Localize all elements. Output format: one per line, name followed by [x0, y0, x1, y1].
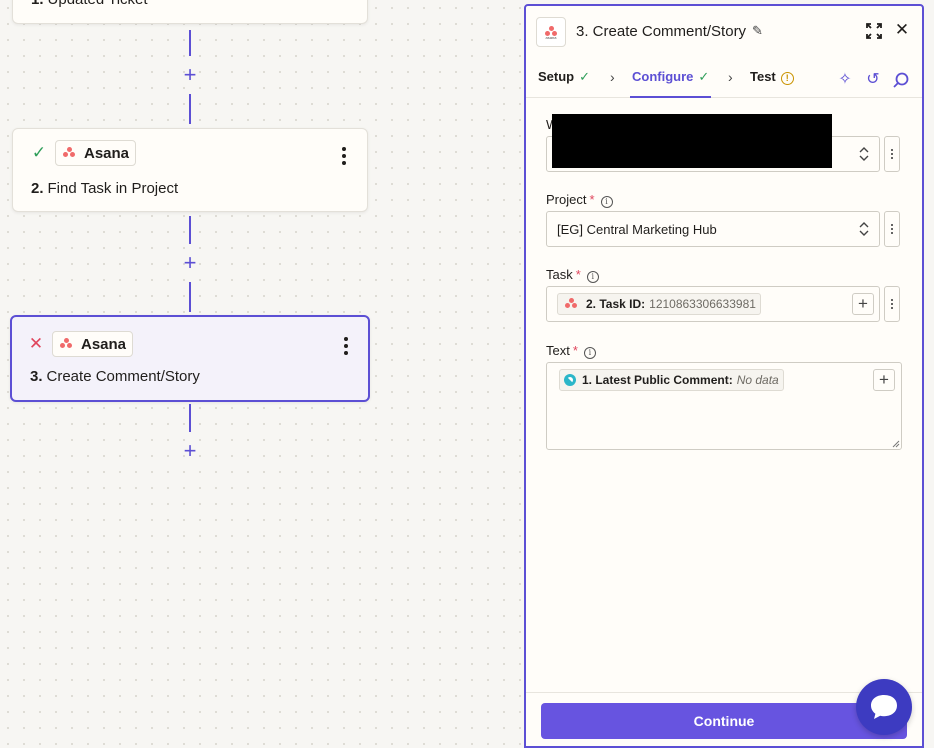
chevron-right-icon: › — [610, 69, 615, 85]
connector-line — [189, 404, 191, 432]
continue-button[interactable]: Continue — [541, 703, 907, 739]
add-step-button[interactable]: + — [180, 64, 200, 86]
tab-test[interactable]: Test! — [750, 69, 794, 98]
connector-line — [189, 282, 191, 312]
tab-configure[interactable]: Configure ✓ — [630, 69, 712, 98]
more-vertical-icon[interactable] — [337, 145, 351, 167]
search-icon[interactable] — [892, 71, 910, 89]
info-icon: i — [586, 271, 599, 283]
step-editor-panel: asana 3. Create Comment/Story ✎ ✕ Setup ✓… — [524, 4, 924, 748]
field-options-button[interactable] — [884, 136, 900, 172]
insert-data-button[interactable]: + — [873, 369, 895, 391]
text-label: Text * i — [546, 343, 596, 359]
info-icon: i — [600, 196, 613, 208]
updown-icon — [859, 222, 869, 236]
step-card-3[interactable]: ✕ Asana 3. Create Comment/Story — [10, 315, 370, 402]
asana-logo — [562, 297, 580, 311]
sparkle-icon[interactable]: ✧ — [836, 71, 854, 89]
project-select[interactable]: [EG] Central Marketing Hub — [546, 211, 880, 247]
step-title-3: 3. Create Comment/Story — [30, 368, 200, 385]
asana-logo — [60, 146, 78, 160]
app-name: Asana — [81, 335, 127, 353]
task-label: Task * i — [546, 267, 599, 283]
step-title-1: 1.Updated Ticket — [31, 0, 148, 8]
panel-title: 3. Create Comment/Story — [576, 23, 747, 40]
step-card-2[interactable]: ✓ Asana 2. Find Task in Project — [12, 128, 368, 212]
chat-support-button[interactable] — [856, 679, 912, 735]
add-step-button[interactable]: + — [180, 440, 200, 462]
more-vertical-icon[interactable] — [339, 335, 353, 357]
info-icon: i — [583, 347, 596, 359]
redacted-area — [552, 114, 832, 168]
connector-line — [189, 94, 191, 124]
app-badge: Asana — [52, 331, 134, 357]
project-value: [EG] Central Marketing Hub — [557, 222, 717, 237]
check-icon: ✓ — [698, 69, 710, 84]
panel-header: asana 3. Create Comment/Story ✎ ✕ — [526, 6, 922, 58]
connector-line — [189, 216, 191, 244]
pencil-icon[interactable]: ✎ — [752, 24, 766, 38]
panel-tabs: Setup ✓ › Configure ✓ › Test! ✧ ↺ — [526, 58, 922, 98]
resize-handle-icon[interactable] — [892, 440, 900, 448]
project-label: Project * i — [546, 192, 613, 208]
insert-data-button[interactable]: + — [852, 293, 874, 315]
app-badge: Asana — [55, 140, 137, 166]
latest-comment-token[interactable]: 1. Latest Public Comment: No data — [559, 369, 784, 391]
asana-logo — [57, 337, 75, 351]
error-x-icon: ✕ — [28, 334, 44, 353]
field-options-button[interactable] — [884, 211, 900, 247]
chat-icon — [871, 695, 897, 719]
step-title-2: 2. Find Task in Project — [31, 180, 179, 197]
text-input[interactable]: 1. Latest Public Comment: No data + — [546, 362, 902, 450]
updown-icon — [859, 147, 869, 161]
undo-icon[interactable]: ↺ — [864, 71, 882, 89]
task-input[interactable]: 2. Task ID: 1210863306633981 + — [546, 286, 880, 322]
field-options-button[interactable] — [884, 286, 900, 322]
task-id-token[interactable]: 2. Task ID: 1210863306633981 — [557, 293, 761, 315]
tab-setup[interactable]: Setup ✓ — [538, 69, 590, 98]
app-name: Asana — [84, 144, 130, 162]
check-icon: ✓ — [31, 143, 47, 162]
chevron-right-icon: › — [728, 69, 733, 85]
check-icon: ✓ — [579, 69, 591, 84]
add-step-button[interactable]: + — [180, 252, 200, 274]
warning-icon: ! — [780, 72, 794, 85]
zendesk-logo — [564, 374, 576, 386]
asana-logo: asana — [536, 17, 566, 47]
step-card-1[interactable]: 1.Updated Ticket — [12, 0, 368, 24]
expand-icon[interactable] — [866, 23, 882, 39]
connector-line — [189, 30, 191, 56]
close-icon[interactable]: ✕ — [894, 21, 910, 39]
